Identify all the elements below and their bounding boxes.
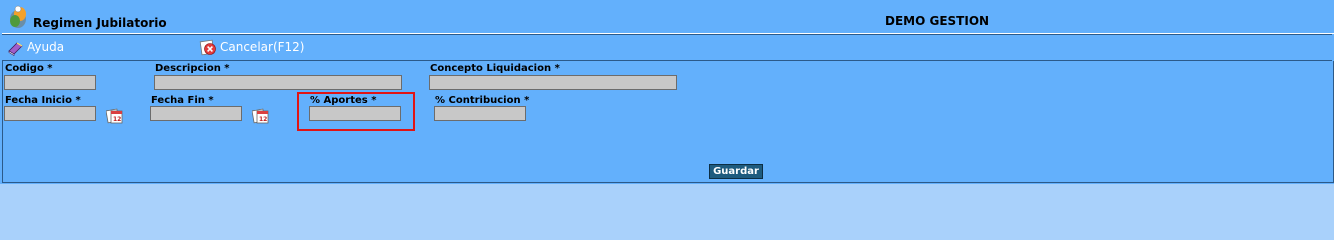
book-help-icon bbox=[7, 40, 24, 60]
contribucion-input[interactable] bbox=[434, 106, 526, 121]
help-button[interactable]: Ayuda bbox=[5, 39, 75, 57]
calendar-icon[interactable]: 12 bbox=[251, 107, 270, 125]
descripcion-label: Descripcion * bbox=[155, 63, 230, 74]
company-name: DEMO GESTION bbox=[885, 14, 990, 28]
window-title: Regimen Jubilatorio bbox=[33, 16, 167, 30]
help-label: Ayuda bbox=[27, 40, 65, 54]
save-button[interactable]: Guardar bbox=[709, 164, 763, 179]
cancel-icon bbox=[199, 39, 218, 61]
toolbar: Ayuda Cancelar(F12) bbox=[2, 34, 1332, 61]
fecha-inicio-label: Fecha Inicio * bbox=[5, 95, 81, 106]
fecha-inicio-input[interactable] bbox=[4, 106, 96, 121]
title-bar: Regimen Jubilatorio DEMO GESTION bbox=[2, 3, 1334, 34]
app-logo-icon bbox=[7, 5, 29, 29]
cancel-label: Cancelar(F12) bbox=[220, 40, 305, 54]
descripcion-input[interactable] bbox=[154, 75, 402, 90]
svg-text:12: 12 bbox=[259, 116, 267, 123]
codigo-label: Codigo * bbox=[5, 63, 53, 74]
concepto-input[interactable] bbox=[429, 75, 677, 90]
contribucion-label: % Contribucion * bbox=[435, 95, 530, 106]
aportes-label: % Aportes * bbox=[310, 95, 377, 106]
calendar-icon[interactable]: 12 bbox=[105, 107, 124, 125]
aportes-input[interactable] bbox=[309, 106, 401, 121]
codigo-input[interactable] bbox=[4, 75, 96, 90]
svg-text:12: 12 bbox=[113, 116, 121, 123]
concepto-label: Concepto Liquidacion * bbox=[430, 63, 560, 74]
fecha-fin-input[interactable] bbox=[150, 106, 242, 121]
main-window: Regimen Jubilatorio DEMO GESTION Ayuda C… bbox=[0, 0, 1334, 184]
fecha-fin-label: Fecha Fin * bbox=[151, 95, 214, 106]
cancel-button[interactable]: Cancelar(F12) bbox=[197, 39, 317, 57]
